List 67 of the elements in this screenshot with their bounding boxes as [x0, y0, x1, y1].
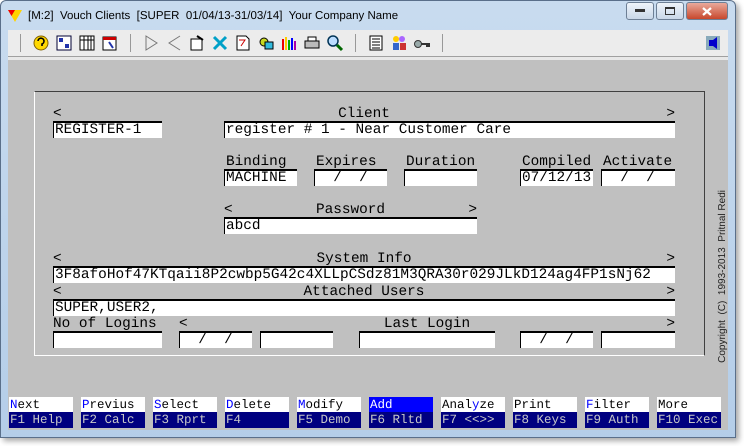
scroll-left-marker: <: [53, 107, 62, 121]
scroll-left-marker: <: [179, 317, 188, 331]
function-key[interactable]: F3 Rprt: [153, 412, 217, 428]
scroll-right-marker: >: [666, 317, 675, 331]
list-icon[interactable]: [367, 34, 385, 52]
function-key-action[interactable]: Previus: [81, 397, 145, 412]
maximize-icon: [665, 7, 675, 15]
calendar-icon[interactable]: [101, 34, 119, 52]
minimize-button[interactable]: [626, 2, 654, 20]
search-icon[interactable]: [326, 34, 344, 52]
function-key[interactable]: F2 Calc: [81, 412, 145, 428]
scroll-right-marker: >: [468, 203, 477, 217]
exit-icon[interactable]: [704, 34, 722, 52]
field-label: No of Logins: [53, 317, 158, 331]
field-label: Last Login: [384, 317, 470, 331]
window-title: [M:2] Vouch Clients [SUPER 01/04/13-31/03/14] Your Company Name: [28, 10, 400, 22]
people-icon[interactable]: [390, 34, 408, 52]
function-key-action[interactable]: Add: [369, 397, 433, 412]
scroll-right-marker: >: [666, 107, 675, 121]
field-label: Client: [338, 107, 390, 121]
field-label: Duration: [406, 155, 476, 169]
copyright-text: Copyright (C) 1993-2013 Pritnal Redi: [717, 190, 728, 363]
code-field[interactable]: REGISTER-1: [53, 121, 162, 138]
function-key[interactable]: F10 Exec: [657, 412, 721, 428]
field-label: Activate: [603, 155, 674, 169]
close-icon: [702, 6, 712, 16]
function-key-action[interactable]: Next: [9, 397, 73, 412]
users-field[interactable]: SUPER,USER2,: [53, 299, 675, 316]
help-icon[interactable]: [32, 34, 50, 52]
function-key-action[interactable]: Print: [513, 397, 577, 412]
binding-field[interactable]: MACHINE: [224, 169, 297, 186]
field-label: Password: [316, 203, 386, 217]
scroll-left-marker: <: [224, 203, 233, 217]
function-key-action[interactable]: Filter: [585, 397, 649, 412]
time-field[interactable]: [260, 331, 333, 348]
function-key[interactable]: F8 Keys: [513, 412, 577, 428]
table-icon[interactable]: [78, 34, 96, 52]
function-key[interactable]: F9 Auth: [585, 412, 649, 428]
function-key-action[interactable]: More: [657, 397, 721, 412]
document-icon[interactable]: [234, 34, 252, 52]
scroll-left-marker: <: [53, 252, 62, 266]
app-logo-icon: [8, 10, 22, 22]
function-key[interactable]: F1 Help: [9, 412, 73, 428]
scroll-left-marker: <: [53, 285, 62, 299]
minimize-icon: [635, 9, 645, 13]
field-label: System Info: [316, 252, 412, 266]
field-label: Expires: [316, 155, 378, 169]
function-key-action[interactable]: Modify: [297, 397, 361, 412]
logins-field[interactable]: [53, 331, 162, 348]
function-key[interactable]: F7 <<>>: [441, 412, 505, 428]
function-key[interactable]: F5 Demo: [297, 412, 361, 428]
field-label: Compiled: [522, 155, 592, 169]
scroll-right-marker: >: [666, 252, 675, 266]
bar-chart-icon[interactable]: [280, 34, 298, 52]
maximize-button[interactable]: [656, 2, 684, 20]
duration-field[interactable]: [404, 169, 477, 186]
time-field[interactable]: [601, 331, 675, 348]
function-key-action[interactable]: Select: [153, 397, 217, 412]
login-field[interactable]: [359, 331, 495, 348]
field-label: Binding: [226, 155, 288, 169]
function-key[interactable]: F6 Rltd: [369, 412, 433, 428]
close-button[interactable]: [686, 2, 728, 20]
function-key[interactable]: F4: [225, 412, 289, 428]
field-label: Attached Users: [304, 285, 424, 299]
function-key-action[interactable]: Delete: [225, 397, 289, 412]
scroll-right-marker: >: [666, 285, 675, 299]
function-key-action[interactable]: Analyze: [441, 397, 505, 412]
